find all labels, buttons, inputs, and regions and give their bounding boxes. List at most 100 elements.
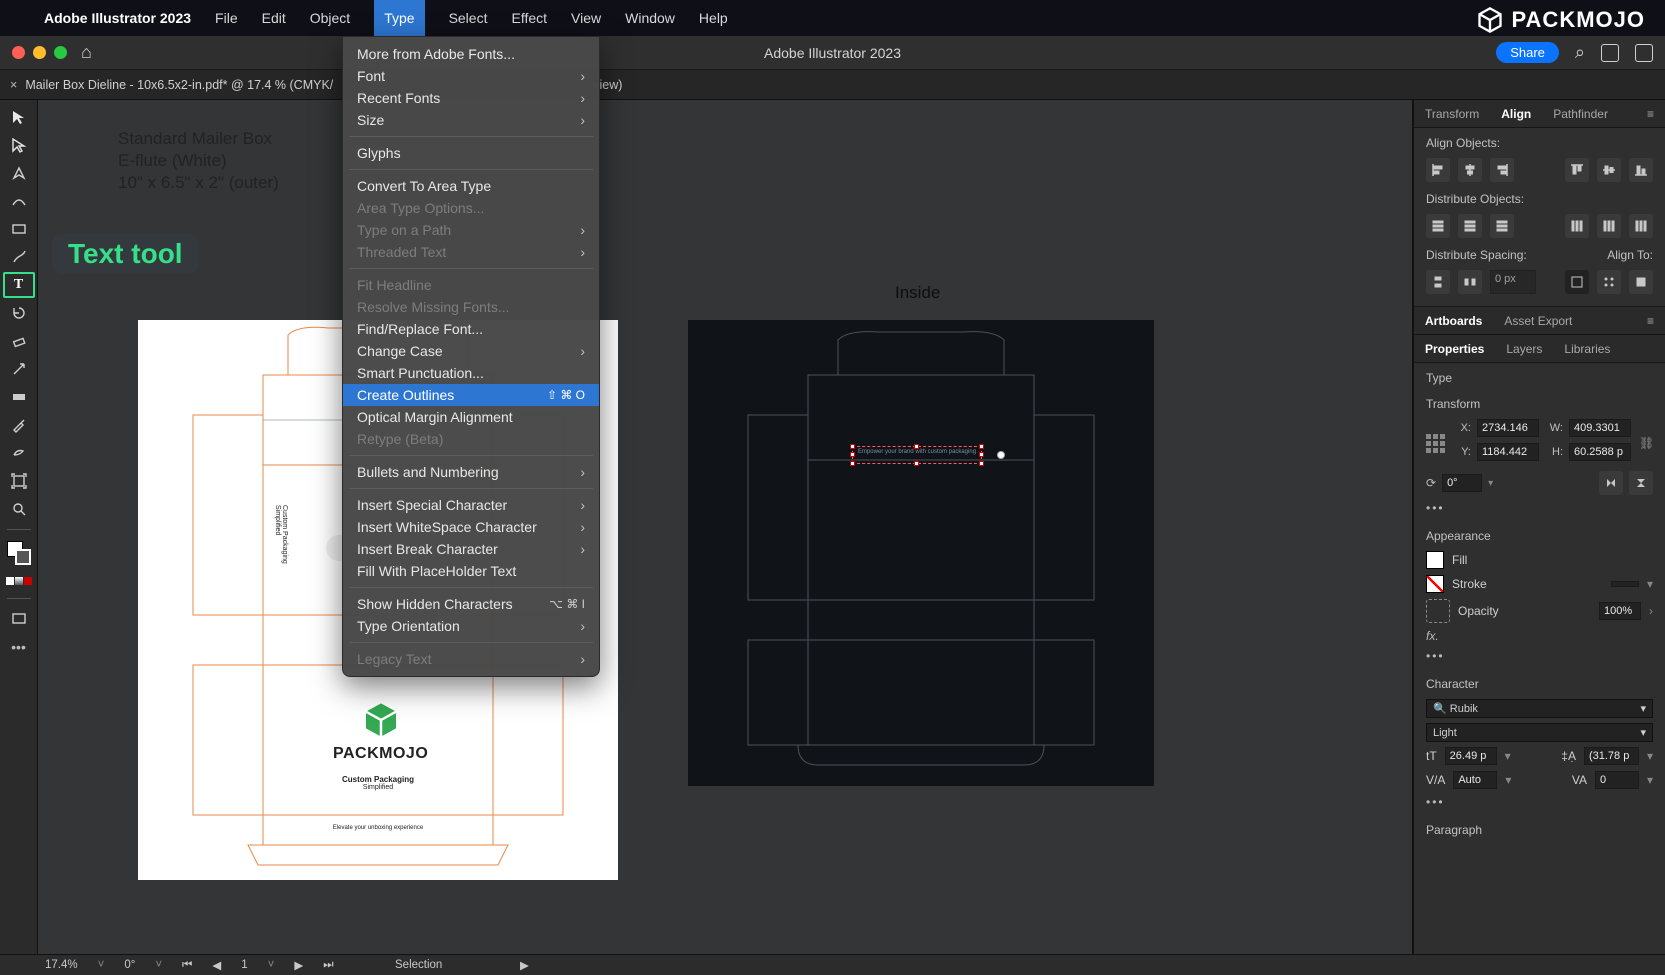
- align-left-icon[interactable]: [1426, 158, 1450, 182]
- font-weight-dropdown[interactable]: Light▾: [1426, 723, 1653, 742]
- menu-item-type-orientation[interactable]: Type Orientation›: [343, 615, 599, 637]
- rotation-value[interactable]: 0°: [124, 959, 135, 971]
- menu-view[interactable]: View: [571, 10, 601, 26]
- align-hcenter-icon[interactable]: [1458, 158, 1482, 182]
- search-icon[interactable]: ⌕: [1575, 42, 1585, 63]
- fill-swatch[interactable]: [1426, 551, 1444, 569]
- type-tool-icon[interactable]: T: [3, 272, 35, 298]
- zoom-tool-icon[interactable]: [3, 496, 35, 522]
- menu-effect[interactable]: Effect: [511, 10, 547, 26]
- document-tab[interactable]: Mailer Box Dieline - 10x6.5x2-in.pdf* @ …: [25, 78, 333, 92]
- tab-properties[interactable]: Properties: [1414, 335, 1495, 362]
- transform-w-input[interactable]: 409.3301: [1569, 419, 1631, 437]
- tab-transform[interactable]: Transform: [1414, 100, 1490, 127]
- flip-v-icon[interactable]: [1629, 471, 1653, 495]
- more-options-icon[interactable]: •••: [1426, 501, 1653, 515]
- artboard-nav-last-icon[interactable]: ⏭: [323, 959, 333, 972]
- align-bottom-icon[interactable]: [1629, 158, 1653, 182]
- stroke-weight-input[interactable]: [1611, 581, 1639, 587]
- curvature-tool-icon[interactable]: [3, 188, 35, 214]
- scale-tool-icon[interactable]: [3, 356, 35, 382]
- menu-item-optical-margin-alignment[interactable]: Optical Margin Alignment: [343, 406, 599, 428]
- menu-item-size[interactable]: Size›: [343, 109, 599, 131]
- screen-mode-icon[interactable]: [3, 606, 35, 632]
- menu-object[interactable]: Object: [310, 10, 350, 26]
- direct-selection-tool-icon[interactable]: [3, 132, 35, 158]
- window-zoom-icon[interactable]: [54, 46, 67, 59]
- panel-menu-icon[interactable]: ≡: [1636, 100, 1665, 127]
- transform-h-input[interactable]: 60.2588 p: [1569, 443, 1631, 461]
- menu-item-bullets-and-numbering[interactable]: Bullets and Numbering›: [343, 461, 599, 483]
- zoom-level[interactable]: 17.4%: [45, 959, 78, 971]
- gradient-tool-icon[interactable]: [3, 384, 35, 410]
- artboard-page[interactable]: 1: [241, 959, 247, 971]
- tab-pathfinder[interactable]: Pathfinder: [1542, 100, 1619, 127]
- expand-icon[interactable]: ▶: [520, 958, 529, 972]
- rectangle-tool-icon[interactable]: [3, 216, 35, 242]
- align-to-key-icon[interactable]: [1629, 270, 1653, 294]
- panel-menu-icon-2[interactable]: ≡: [1636, 307, 1665, 334]
- home-icon[interactable]: ⌂: [81, 42, 92, 63]
- distribute-vcenter-icon[interactable]: [1458, 214, 1482, 238]
- eraser-tool-icon[interactable]: [3, 328, 35, 354]
- tab-close-icon[interactable]: ×: [10, 78, 17, 92]
- flip-h-icon[interactable]: [1599, 471, 1623, 495]
- menu-file[interactable]: File: [215, 10, 238, 26]
- align-top-icon[interactable]: [1565, 158, 1589, 182]
- align-to-selection-icon[interactable]: [1597, 270, 1621, 294]
- tab-asset-export[interactable]: Asset Export: [1493, 307, 1583, 334]
- app-name[interactable]: Adobe Illustrator 2023: [44, 10, 191, 26]
- menu-item-convert-to-area-type[interactable]: Convert To Area Type: [343, 175, 599, 197]
- menu-item-smart-punctuation[interactable]: Smart Punctuation...: [343, 362, 599, 384]
- more-options-icon-2[interactable]: •••: [1426, 649, 1653, 663]
- reference-point-icon[interactable]: [1426, 434, 1445, 453]
- menu-edit[interactable]: Edit: [262, 10, 286, 26]
- dist-spacing-h-icon[interactable]: [1458, 270, 1482, 294]
- paintbrush-tool-icon[interactable]: [3, 244, 35, 270]
- rotation-input[interactable]: 0°: [1442, 474, 1482, 492]
- leading-input[interactable]: (31.78 p: [1584, 747, 1639, 765]
- more-options-icon-3[interactable]: •••: [1426, 795, 1653, 809]
- link-wh-icon[interactable]: ⛓: [1639, 436, 1654, 450]
- menu-item-more-from-adobe-fonts[interactable]: More from Adobe Fonts...: [343, 43, 599, 65]
- canvas[interactable]: Standard Mailer Box E-flute (White) 10" …: [38, 100, 1413, 955]
- artboard-tool-icon[interactable]: [3, 468, 35, 494]
- opacity-swatch-icon[interactable]: [1426, 599, 1450, 623]
- menu-select[interactable]: Select: [449, 10, 488, 26]
- workspace-icon[interactable]: [1635, 44, 1653, 62]
- align-to-artboard-icon[interactable]: [1565, 270, 1589, 294]
- menu-item-recent-fonts[interactable]: Recent Fonts›: [343, 87, 599, 109]
- tracking-input[interactable]: 0: [1595, 771, 1639, 789]
- dist-spacing-v-icon[interactable]: [1426, 270, 1450, 294]
- align-right-icon[interactable]: [1490, 158, 1514, 182]
- align-vcenter-icon[interactable]: [1597, 158, 1621, 182]
- tab-libraries[interactable]: Libraries: [1553, 335, 1621, 362]
- menu-item-insert-special-character[interactable]: Insert Special Character›: [343, 494, 599, 516]
- menu-help[interactable]: Help: [699, 10, 728, 26]
- rotate-tool-icon[interactable]: [3, 300, 35, 326]
- opacity-input[interactable]: 100%: [1599, 602, 1641, 620]
- transform-y-input[interactable]: 1184.442: [1477, 443, 1539, 461]
- arrange-icon[interactable]: [1601, 44, 1619, 62]
- menu-item-change-case[interactable]: Change Case›: [343, 340, 599, 362]
- stroke-swatch[interactable]: [1426, 575, 1444, 593]
- font-size-input[interactable]: 26.49 p: [1445, 747, 1497, 765]
- menu-item-font[interactable]: Font›: [343, 65, 599, 87]
- edit-toolbar-icon[interactable]: •••: [3, 634, 35, 660]
- font-family-dropdown[interactable]: 🔍 Rubik▾: [1426, 699, 1653, 718]
- fill-stroke-icon[interactable]: [3, 537, 35, 569]
- distribute-hcenter-icon[interactable]: [1597, 214, 1621, 238]
- menu-item-glyphs[interactable]: Glyphs: [343, 142, 599, 164]
- selection-tool-icon[interactable]: [3, 104, 35, 130]
- distribute-left-icon[interactable]: [1565, 214, 1589, 238]
- window-minimize-icon[interactable]: [33, 46, 46, 59]
- artboard-nav-next-icon[interactable]: ▶: [294, 958, 303, 972]
- distribute-right-icon[interactable]: [1629, 214, 1653, 238]
- blob-brush-tool-icon[interactable]: [3, 440, 35, 466]
- menu-window[interactable]: Window: [625, 10, 675, 26]
- menu-item-fill-with-placeholder-text[interactable]: Fill With PlaceHolder Text: [343, 560, 599, 582]
- share-button[interactable]: Share: [1496, 42, 1559, 63]
- tab-layers[interactable]: Layers: [1495, 335, 1553, 362]
- menu-item-find-replace-font[interactable]: Find/Replace Font...: [343, 318, 599, 340]
- distribute-bottom-icon[interactable]: [1490, 214, 1514, 238]
